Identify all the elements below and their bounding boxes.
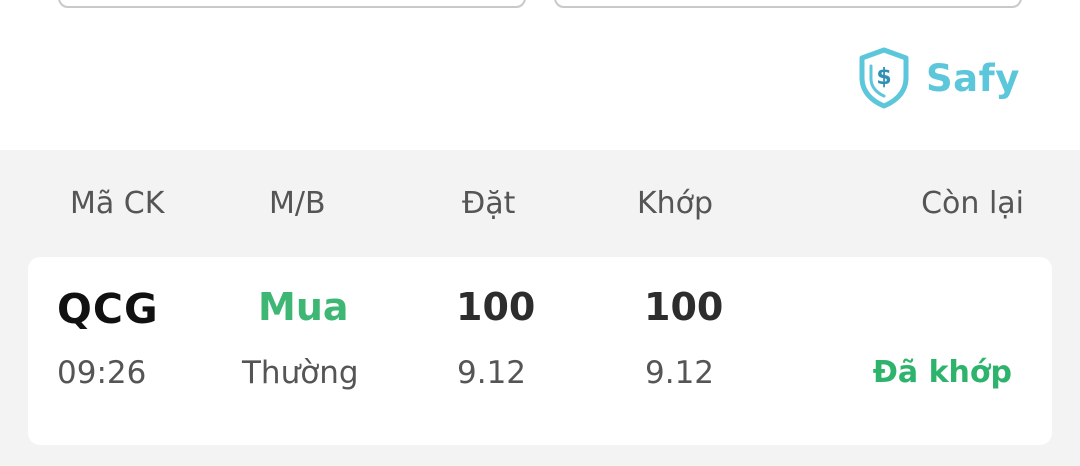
svg-text:$: $ xyxy=(876,65,891,90)
table-header: Mã CK M/B Đặt Khớp Còn lại xyxy=(0,180,1080,230)
order-time: 09:26 xyxy=(57,355,147,391)
header-side: M/B xyxy=(269,186,326,221)
brand-name: Safy xyxy=(926,56,1020,100)
order-row-card[interactable]: QCG Mua 100 100 09:26 Thường 9.12 9.12 Đ… xyxy=(28,257,1052,445)
input-field-right[interactable] xyxy=(554,0,1022,8)
matched-quantity: 100 xyxy=(644,285,724,329)
header-symbol: Mã CK xyxy=(70,186,165,221)
matched-price: 9.12 xyxy=(645,355,715,391)
header-remaining: Còn lại xyxy=(921,186,1024,221)
input-field-left[interactable] xyxy=(58,0,526,8)
header-matched: Khớp xyxy=(637,186,714,221)
top-area: $ Safy xyxy=(0,0,1080,150)
header-order: Đặt xyxy=(462,186,516,221)
order-side: Mua xyxy=(258,285,349,329)
order-price: 9.12 xyxy=(457,355,527,391)
order-type: Thường xyxy=(242,355,359,391)
brand-logo: $ Safy xyxy=(856,46,1020,110)
shield-dollar-icon: $ xyxy=(856,46,912,110)
order-quantity: 100 xyxy=(456,285,536,329)
order-symbol: QCG xyxy=(57,285,159,333)
order-status: Đã khớp xyxy=(872,355,1012,390)
